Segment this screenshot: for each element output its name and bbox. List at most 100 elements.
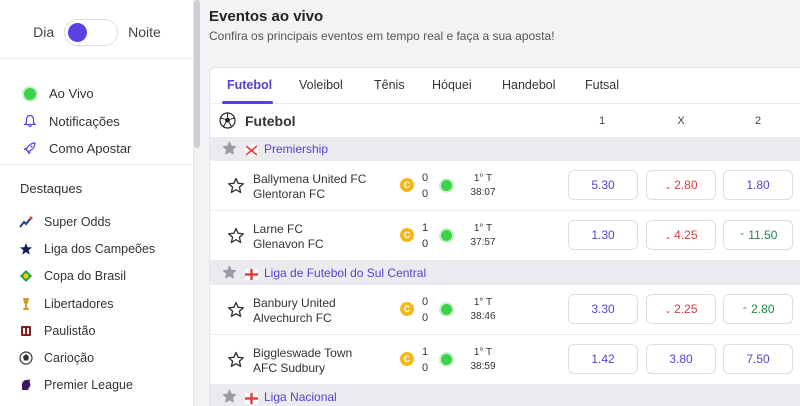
match-period: 1° T: [473, 223, 493, 234]
match-row[interactable]: Ballymena United FC Glentoran FC C 0 0 1° T 38…: [210, 161, 800, 211]
away-team: Glentoran FC: [253, 187, 326, 201]
highlights-title: Destaques: [20, 181, 83, 196]
favorite-star-icon[interactable]: [222, 265, 237, 280]
odd-value: 1.30: [591, 228, 615, 242]
sidebar-item-cariocao[interactable]: Carioção: [19, 344, 155, 371]
nav-item-notificacoes[interactable]: Notificações: [22, 108, 131, 136]
sidebar: Dia Noite Ao Vivo Notificações Como Apos…: [0, 0, 194, 406]
nav-item-ao-vivo[interactable]: Ao Vivo: [22, 80, 131, 108]
away-score: 0: [421, 188, 429, 200]
match-row[interactable]: Larne FC Glenavon FC C 1 0 1° T 37:57 1.30 ⌄ 4.25…: [210, 211, 800, 261]
tab-futebol[interactable]: Futebol: [227, 78, 272, 92]
sport-header: Futebol 1 X 2: [210, 105, 800, 137]
favorite-star-icon[interactable]: [227, 351, 245, 369]
odd-button-home[interactable]: 3.30: [568, 294, 638, 324]
odd-button-draw[interactable]: ⌄ 2.80: [646, 170, 716, 200]
league-row[interactable]: Premiership: [210, 137, 800, 161]
paulistao-icon: [19, 324, 33, 338]
divider: [0, 164, 194, 165]
league-row[interactable]: Liga Nacional: [210, 385, 800, 406]
home-team: Larne FC: [253, 222, 304, 236]
page-subtitle: Confira os principais eventos em tempo r…: [209, 29, 555, 43]
tab-tenis[interactable]: Tênis: [374, 78, 405, 92]
day-label: Dia: [33, 24, 55, 40]
odd-button-draw[interactable]: ⌄ 4.25: [646, 220, 716, 250]
sidebar-item-copa-do-brasil[interactable]: Copa do Brasil: [19, 263, 155, 290]
active-tab-indicator: [222, 101, 273, 104]
away-team: AFC Sudbury: [253, 361, 326, 375]
rocket-icon: [22, 141, 37, 156]
sidebar-item-super-odds[interactable]: Super Odds: [19, 208, 155, 235]
bell-icon: [22, 114, 37, 129]
match-period: 1° T: [473, 173, 493, 184]
live-events-card: Futebol Voleibol Tênis Hóquei Handebol F…: [209, 67, 800, 406]
odd-button-away[interactable]: 7.50: [723, 344, 793, 374]
sidebar-item-premier-league[interactable]: Premier League: [19, 372, 155, 399]
odd-button-away[interactable]: ⌃ 2.80: [723, 294, 793, 324]
match-row[interactable]: Biggleswade Town AFC Sudbury C 1 0 1° T 38:59 1…: [210, 335, 800, 385]
league-name[interactable]: Liga Nacional: [264, 390, 337, 404]
sidebar-item-label: Copa do Brasil: [44, 269, 126, 284]
trend-down-icon: ⌄: [664, 232, 672, 241]
theme-toggle-knob: [68, 22, 88, 42]
tab-futsal[interactable]: Futsal: [585, 78, 619, 92]
odd-button-away[interactable]: 1.80: [723, 170, 793, 200]
league-name[interactable]: Liga de Futebol do Sul Central: [264, 266, 426, 280]
sidebar-nav: Ao Vivo Notificações Como Apostar: [22, 80, 131, 163]
coin-icon: C: [400, 228, 414, 242]
odd-value: 2.80: [674, 178, 698, 192]
tab-voleibol[interactable]: Voleibol: [299, 78, 343, 92]
odd-button-home[interactable]: 1.42: [568, 344, 638, 374]
sidebar-item-paulistao[interactable]: Paulistão: [19, 317, 155, 344]
coin-icon: C: [400, 352, 414, 366]
odd-value: 3.30: [591, 302, 615, 316]
match-row[interactable]: Banbury United Alvechurch FC C 0 0 1° T 38:46 3…: [210, 285, 800, 335]
match-period: 1° T: [473, 347, 493, 358]
sport-tabs: Futebol Voleibol Tênis Hóquei Handebol F…: [210, 68, 800, 104]
match-clock: 38:46: [470, 311, 496, 322]
night-label: Noite: [128, 24, 161, 40]
northern-ireland-flag: [245, 143, 258, 156]
league-name[interactable]: Premiership: [264, 142, 328, 156]
coin-icon: C: [400, 302, 414, 316]
theme-toggle[interactable]: [64, 18, 119, 46]
champions-league-icon: [19, 242, 33, 256]
tab-hoquei[interactable]: Hóquei: [432, 78, 472, 92]
sidebar-item-label: Carioção: [44, 351, 95, 366]
nav-item-como-apostar[interactable]: Como Apostar: [22, 135, 131, 163]
tab-handebol[interactable]: Handebol: [502, 78, 556, 92]
sidebar-item-label: Liga dos Campeões: [44, 241, 156, 256]
odd-value: 5.30: [591, 178, 615, 192]
favorite-star-icon[interactable]: [227, 301, 245, 319]
libertadores-icon: [19, 297, 33, 311]
league-row[interactable]: Liga de Futebol do Sul Central: [210, 261, 800, 285]
odd-value: 2.25: [674, 302, 698, 316]
match-clock: 37:57: [470, 237, 496, 248]
copa-do-brasil-icon: [19, 269, 33, 283]
trend-down-icon: ⌄: [664, 306, 672, 315]
trend-down-icon: ⌄: [664, 182, 672, 191]
odd-button-home[interactable]: 1.30: [568, 220, 638, 250]
favorite-star-icon[interactable]: [222, 141, 237, 156]
favorite-star-icon[interactable]: [222, 389, 237, 404]
england-flag: [245, 267, 258, 280]
odd-button-home[interactable]: 5.30: [568, 170, 638, 200]
favorite-star-icon[interactable]: [227, 227, 245, 245]
live-indicator-icon: [441, 354, 452, 365]
live-indicator-icon: [441, 304, 452, 315]
odd-button-draw[interactable]: ⌄ 2.25: [646, 294, 716, 324]
home-score: 0: [421, 172, 429, 184]
sidebar-item-libertadores[interactable]: Libertadores: [19, 290, 155, 317]
sidebar-item-label: Paulistão: [44, 323, 96, 338]
odd-button-draw[interactable]: 3.80: [646, 344, 716, 374]
theme-switcher: Dia Noite: [0, 18, 194, 46]
coin-icon: C: [400, 178, 414, 192]
odd-value: 7.50: [746, 352, 770, 366]
live-indicator-icon: [441, 180, 452, 191]
sidebar-item-liga-dos-campeoes[interactable]: Liga dos Campeões: [19, 235, 155, 262]
odd-button-away[interactable]: ⌃ 11.50: [723, 220, 793, 250]
sidebar-scrollbar[interactable]: [194, 0, 200, 148]
nav-item-label: Ao Vivo: [49, 86, 94, 102]
favorite-star-icon[interactable]: [227, 177, 245, 195]
premier-league-icon: [19, 378, 33, 392]
